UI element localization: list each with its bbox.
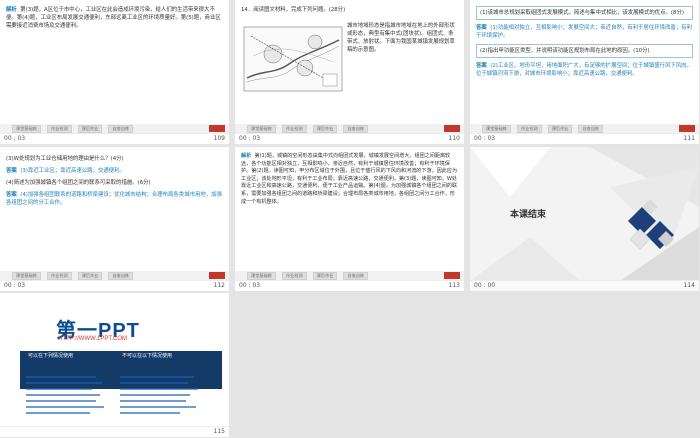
slide-number: 112: [213, 282, 225, 289]
nav-button[interactable]: 课堂基础练: [247, 272, 276, 280]
nav-button[interactable]: 课堂基础练: [12, 125, 41, 133]
nav-button[interactable]: 作业检测: [46, 272, 72, 280]
slide-thumbnail-113[interactable]: 解析 第(1)题，城镇的空间形态由集中式向组团式发展，城镇发展空间增大，组团之间…: [235, 147, 464, 291]
analysis-label: 解析: [241, 153, 252, 159]
nav-button[interactable]: 自查自练: [343, 125, 369, 133]
question-text: (3)W处规划为工业仓储用地的理由是什么？(4分): [6, 156, 124, 162]
slide-thumbnail-112[interactable]: (3)W处规划为工业仓储用地的理由是什么？(4分) 答案 (3)靠近工业区；靠近…: [0, 147, 229, 291]
ppt-url: HTTP://WWW.1PPT.COM: [58, 336, 127, 342]
question-text: (4)简述为加强城镇各个组团之间的联系可采取的措施。(6分): [6, 180, 151, 186]
nav-button[interactable]: 课堂基础练: [482, 125, 511, 133]
usage-list-image: [120, 376, 198, 414]
answer-block: 答案 (3)靠近工业区；靠近高速公路，交通便利。: [6, 167, 223, 175]
slide-body: 解析 第(1)题，城镇的空间形态由集中式向组团式发展，城镇发展空间增大，组团之间…: [241, 153, 458, 206]
brand-logo-icon: [209, 125, 225, 132]
question-box: (2)指出甲功能区类型，并说明该功能区规划布局在此地的原因。(10分): [476, 44, 693, 58]
slide-timestamp: 00 : 03: [474, 135, 496, 142]
slide-footer: 00 : 00 114: [470, 280, 699, 291]
nav-button[interactable]: 自查自练: [108, 272, 134, 280]
analysis-text: 第(3)题，A区位于市中心，工业区在此会造成环境污染，给人们的生活带来很大不便。…: [6, 7, 221, 29]
answer-text: (3)靠近工业区；靠近高速公路，交通便利。: [20, 168, 125, 174]
nav-button[interactable]: 课后作业: [77, 125, 103, 133]
slide-thumbnail-115[interactable]: 第一PPT HTTP://WWW.1PPT.COM 可以在下列情况使用 不可以在…: [0, 293, 229, 437]
nav-button[interactable]: 课后作业: [312, 125, 338, 133]
slide-timestamp: 00 : 00: [474, 282, 496, 289]
nav-button[interactable]: 课堂基础练: [12, 272, 41, 280]
question-box: (1)该城市总规划采取组团式发展模式，简述与集中式相比，该发展模式的优点。(8分…: [476, 6, 693, 20]
slide-thumbnail-110[interactable]: 14．阅读图文材料，完成下列问题。(28分) 城市地域形态是指城市地域在地上的外…: [235, 0, 464, 144]
answer-block: 答案 (4)加强各组团联系的道路和桥梁建设；优化城市结构；合理布局各类城市用地，…: [6, 191, 223, 207]
slide-number: 111: [683, 135, 695, 142]
answer-label: 答案: [6, 192, 17, 198]
slide-number: 115: [213, 428, 225, 435]
answer-text: (1)功能相对独立，互相影响小；发展空间大；亲近自然，有利于居住环境改善；有利于…: [476, 25, 692, 39]
nav-button[interactable]: 课堂基础练: [247, 125, 276, 133]
brand-logo-icon: [209, 272, 225, 279]
brand-logo-icon: [444, 125, 460, 132]
slide-footer: 00 : 03 111: [470, 133, 699, 144]
slide-footer: 115: [0, 426, 229, 437]
brand-logo-icon: [444, 272, 460, 279]
answer-block: 答案 (1)功能相对独立，互相影响小；发展空间大；亲近自然，有利于居住环境改善；…: [476, 24, 693, 40]
slide-footer: 00 : 03 113: [235, 280, 464, 291]
slide-thumbnail-109[interactable]: 解析 第(3)题，A区位于市中心，工业区在此会造成环境污染，给人们的生活带来很大…: [0, 0, 229, 144]
answer-text: (2)工业区。地形平坦，用地面积广大，有足够的扩展空间；位于城镇盛行风下风向，位…: [476, 63, 692, 77]
answer-label: 答案: [476, 63, 487, 69]
question-description: 城市地域形态是指城市地域在地上的外部形状或形态，典型有集中式(团块状)、组团式、…: [347, 23, 455, 53]
nav-button[interactable]: 作业检测: [281, 272, 307, 280]
nav-button[interactable]: 作业检测: [46, 125, 72, 133]
slide-thumbnail-114[interactable]: 本课结束 00 : 00 114: [470, 147, 699, 291]
slide-body: (1)该城市总规划采取组团式发展模式，简述与集中式相比，该发展模式的优点。(8分…: [476, 6, 693, 78]
slide-number: 109: [213, 135, 225, 142]
nav-button[interactable]: 课后作业: [547, 125, 573, 133]
allowed-usage-title: 可以在下列情况使用: [28, 353, 74, 359]
answer-block: 答案 (2)工业区。地形平坦，用地面积广大，有足够的扩展空间；位于城镇盛行风下风…: [476, 62, 693, 78]
brand-logo-icon: [679, 125, 695, 132]
slide-body: 14．阅读图文材料，完成下列问题。(28分): [241, 6, 458, 14]
nav-button[interactable]: 自查自练: [578, 125, 604, 133]
city-plan-map-image: [243, 26, 343, 92]
slide-timestamp: 00 : 03: [239, 282, 261, 289]
analysis-label: 解析: [6, 7, 17, 13]
nav-button[interactable]: 自查自练: [108, 125, 134, 133]
slide-thumbnail-111[interactable]: (1)该城市总规划采取组团式发展模式，简述与集中式相比，该发展模式的优点。(8分…: [470, 0, 699, 144]
end-title: 本课结束: [510, 210, 547, 220]
nav-button[interactable]: 课后作业: [77, 272, 103, 280]
slide-footer: 00 : 03 112: [0, 280, 229, 291]
nav-button[interactable]: 课后作业: [312, 272, 338, 280]
answer-text: (4)加强各组团联系的道路和桥梁建设；优化城市结构；合理布局各类城市用地，加强各…: [6, 192, 222, 206]
nav-button[interactable]: 自查自练: [343, 272, 369, 280]
disallowed-usage-title: 不可以在以下情况使用: [122, 353, 173, 359]
slide-number: 114: [683, 282, 695, 289]
geometric-background-image: [470, 147, 699, 281]
slide-number: 110: [448, 135, 460, 142]
usage-list-image: [26, 376, 104, 414]
slide-footer: 00 : 03 110: [235, 133, 464, 144]
answer-label: 答案: [6, 168, 17, 174]
answer-label: 答案: [476, 25, 487, 31]
slide-footer: 00 : 03 109: [0, 133, 229, 144]
slide-number: 113: [448, 282, 460, 289]
slide-timestamp: 00 : 03: [4, 135, 26, 142]
slide-timestamp: 00 : 03: [239, 135, 261, 142]
nav-button[interactable]: 作业检测: [281, 125, 307, 133]
analysis-text: 第(1)题，城镇的空间形态由集中式向组团式发展，城镇发展空间增大，组团之间距离较…: [241, 153, 458, 205]
question-title: 14．阅读图文材料，完成下列问题。(28分): [241, 7, 346, 13]
slide-body: 解析 第(3)题，A区位于市中心，工业区在此会造成环境污染，给人们的生活带来很大…: [6, 6, 223, 30]
nav-button[interactable]: 作业检测: [516, 125, 542, 133]
slide-timestamp: 00 : 03: [4, 282, 26, 289]
slide-body: (3)W处规划为工业仓储用地的理由是什么？(4分) 答案 (3)靠近工业区；靠近…: [6, 155, 223, 207]
